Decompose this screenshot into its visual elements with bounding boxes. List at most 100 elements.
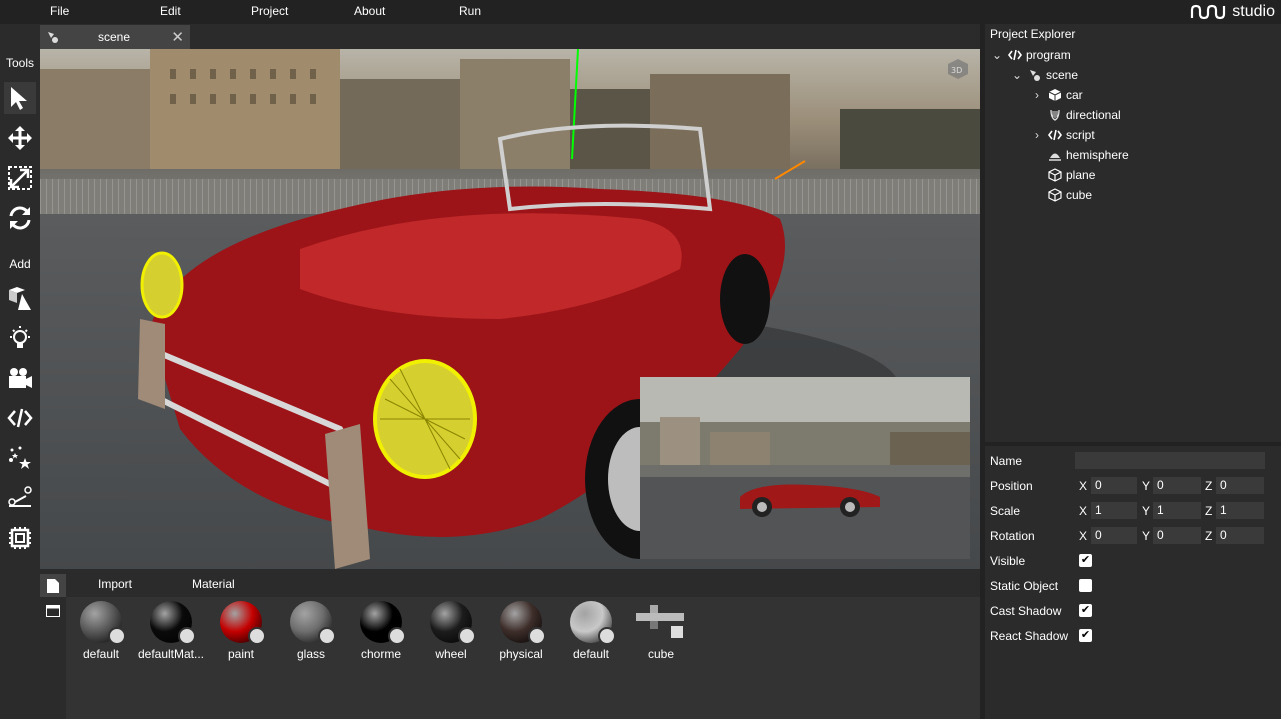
tree-node-scene[interactable]: ⌄ scene bbox=[1010, 66, 1078, 84]
static-object-checkbox[interactable] bbox=[1079, 579, 1092, 592]
position-z-axis-label: Z bbox=[1205, 479, 1213, 493]
asset-item[interactable]: default bbox=[66, 601, 136, 661]
menu-bar: File Edit Project About Run studio bbox=[0, 0, 1281, 24]
add-light-button[interactable] bbox=[4, 322, 36, 354]
chevron-right-icon[interactable]: › bbox=[1030, 88, 1044, 102]
scale-icon bbox=[8, 166, 32, 190]
asset-label: chorme bbox=[360, 647, 401, 661]
scene-viewport[interactable]: 3D bbox=[40, 49, 980, 569]
material-badge-icon bbox=[178, 627, 196, 645]
properties-panel: Name Position X 0 Y 0 Z 0 Scale X 1 Y 1 … bbox=[985, 446, 1281, 719]
code-icon bbox=[7, 408, 33, 428]
position-z-field[interactable]: 0 bbox=[1216, 477, 1264, 494]
bottom-panel-header: Import Material bbox=[40, 569, 980, 597]
logo-mark-icon bbox=[1191, 4, 1226, 20]
rotation-y-field[interactable]: 0 bbox=[1153, 527, 1201, 544]
tree-node-plane[interactable]: plane bbox=[1048, 166, 1095, 184]
move-tool-button[interactable] bbox=[4, 122, 36, 154]
tree-node-program[interactable]: ⌄ program bbox=[990, 46, 1071, 64]
asset-label: physical bbox=[499, 647, 543, 661]
asset-item[interactable]: wheel bbox=[416, 601, 486, 661]
asset-label: paint bbox=[227, 647, 255, 661]
add-script-button[interactable] bbox=[4, 402, 36, 434]
tab-scene[interactable]: scene ✕ bbox=[40, 25, 190, 49]
tab-close-button[interactable]: ✕ bbox=[171, 28, 184, 46]
add-physics-button[interactable] bbox=[4, 482, 36, 514]
menu-about[interactable]: About bbox=[354, 4, 385, 18]
code-icon bbox=[1048, 129, 1062, 141]
menu-file[interactable]: File bbox=[50, 4, 69, 18]
menu-run[interactable]: Run bbox=[459, 4, 481, 18]
rotation-z-axis-label: Z bbox=[1205, 529, 1213, 543]
camera-preview bbox=[640, 377, 970, 559]
assets-tab-button[interactable] bbox=[40, 574, 66, 597]
asset-item[interactable]: cube bbox=[626, 601, 696, 661]
material-badge-icon bbox=[318, 627, 336, 645]
cast-shadow-checkbox[interactable]: ✔ bbox=[1079, 604, 1092, 617]
name-field[interactable] bbox=[1075, 452, 1265, 469]
tree-node-label: plane bbox=[1066, 168, 1096, 182]
select-tool-button[interactable] bbox=[4, 82, 36, 114]
logo-text: studio bbox=[1232, 3, 1275, 20]
scale-y-axis-label: Y bbox=[1142, 504, 1151, 518]
asset-label: wheel bbox=[435, 647, 467, 661]
asset-item[interactable]: paint bbox=[206, 601, 276, 661]
asset-label: default bbox=[572, 647, 610, 661]
tree-node-directional[interactable]: directional bbox=[1048, 106, 1121, 124]
asset-item[interactable]: glass bbox=[276, 601, 346, 661]
react-shadow-checkbox[interactable]: ✔ bbox=[1079, 629, 1092, 642]
scale-z-field[interactable]: 1 bbox=[1216, 502, 1264, 519]
particles-icon bbox=[9, 446, 31, 469]
rotate-tool-button[interactable] bbox=[4, 202, 36, 234]
hemisphere-light-icon bbox=[1049, 153, 1061, 161]
asset-item[interactable]: chorme bbox=[346, 601, 416, 661]
view-mode-3d-button[interactable]: 3D bbox=[946, 57, 970, 84]
scale-y-field[interactable]: 1 bbox=[1153, 502, 1201, 519]
rotation-z-field[interactable]: 0 bbox=[1216, 527, 1264, 544]
console-icon bbox=[46, 605, 60, 617]
tab-scene-label: scene bbox=[98, 30, 131, 44]
react-shadow-label: React Shadow bbox=[990, 629, 1069, 643]
chip-icon bbox=[9, 527, 31, 549]
left-toolbar: Tools Add bbox=[0, 24, 40, 719]
asset-item[interactable]: default bbox=[556, 601, 626, 661]
add-effects-button[interactable] bbox=[4, 442, 36, 474]
project-explorer: Project Explorer ⌄ program ⌄ scene › car… bbox=[985, 24, 1281, 442]
code-icon bbox=[1008, 49, 1022, 61]
add-geometry-button[interactable] bbox=[4, 282, 36, 314]
scale-x-field[interactable]: 1 bbox=[1091, 502, 1137, 519]
import-button[interactable]: Import bbox=[98, 577, 132, 591]
chevron-down-icon[interactable]: ⌄ bbox=[1010, 68, 1024, 82]
position-y-axis-label: Y bbox=[1142, 479, 1151, 493]
tree-node-car[interactable]: › car bbox=[1030, 86, 1083, 104]
physics-icon bbox=[8, 486, 32, 507]
material-badge-icon bbox=[248, 627, 266, 645]
tree-node-cube[interactable]: cube bbox=[1048, 186, 1092, 204]
add-container-button[interactable] bbox=[4, 522, 36, 554]
material-badge-icon bbox=[108, 627, 126, 645]
tree-node-label: directional bbox=[1066, 108, 1121, 122]
scale-tool-button[interactable] bbox=[4, 162, 36, 194]
rotation-y-axis-label: Y bbox=[1142, 529, 1151, 543]
tools-section-label: Tools bbox=[5, 56, 34, 70]
menu-project[interactable]: Project bbox=[251, 4, 288, 18]
chevron-down-icon[interactable]: ⌄ bbox=[990, 48, 1004, 62]
cube-outline-icon bbox=[1048, 168, 1062, 182]
add-camera-button[interactable] bbox=[4, 362, 36, 394]
position-y-field[interactable]: 0 bbox=[1153, 477, 1201, 494]
position-x-field[interactable]: 0 bbox=[1091, 477, 1137, 494]
tree-node-label: hemisphere bbox=[1066, 148, 1129, 162]
chevron-right-icon[interactable]: › bbox=[1030, 128, 1044, 142]
menu-edit[interactable]: Edit bbox=[160, 4, 181, 18]
tree-node-label: program bbox=[1026, 48, 1071, 62]
rotation-x-field[interactable]: 0 bbox=[1091, 527, 1137, 544]
asset-label: default bbox=[82, 647, 120, 661]
tree-node-script[interactable]: › script bbox=[1030, 126, 1095, 144]
visible-checkbox[interactable]: ✔ bbox=[1079, 554, 1092, 567]
tree-node-hemisphere[interactable]: hemisphere bbox=[1048, 146, 1129, 164]
material-button[interactable]: Material bbox=[192, 577, 235, 591]
material-badge-icon bbox=[598, 627, 616, 645]
asset-item[interactable]: defaultMat... bbox=[136, 601, 206, 661]
console-tab-button[interactable] bbox=[46, 605, 60, 620]
asset-item[interactable]: physical bbox=[486, 601, 556, 661]
